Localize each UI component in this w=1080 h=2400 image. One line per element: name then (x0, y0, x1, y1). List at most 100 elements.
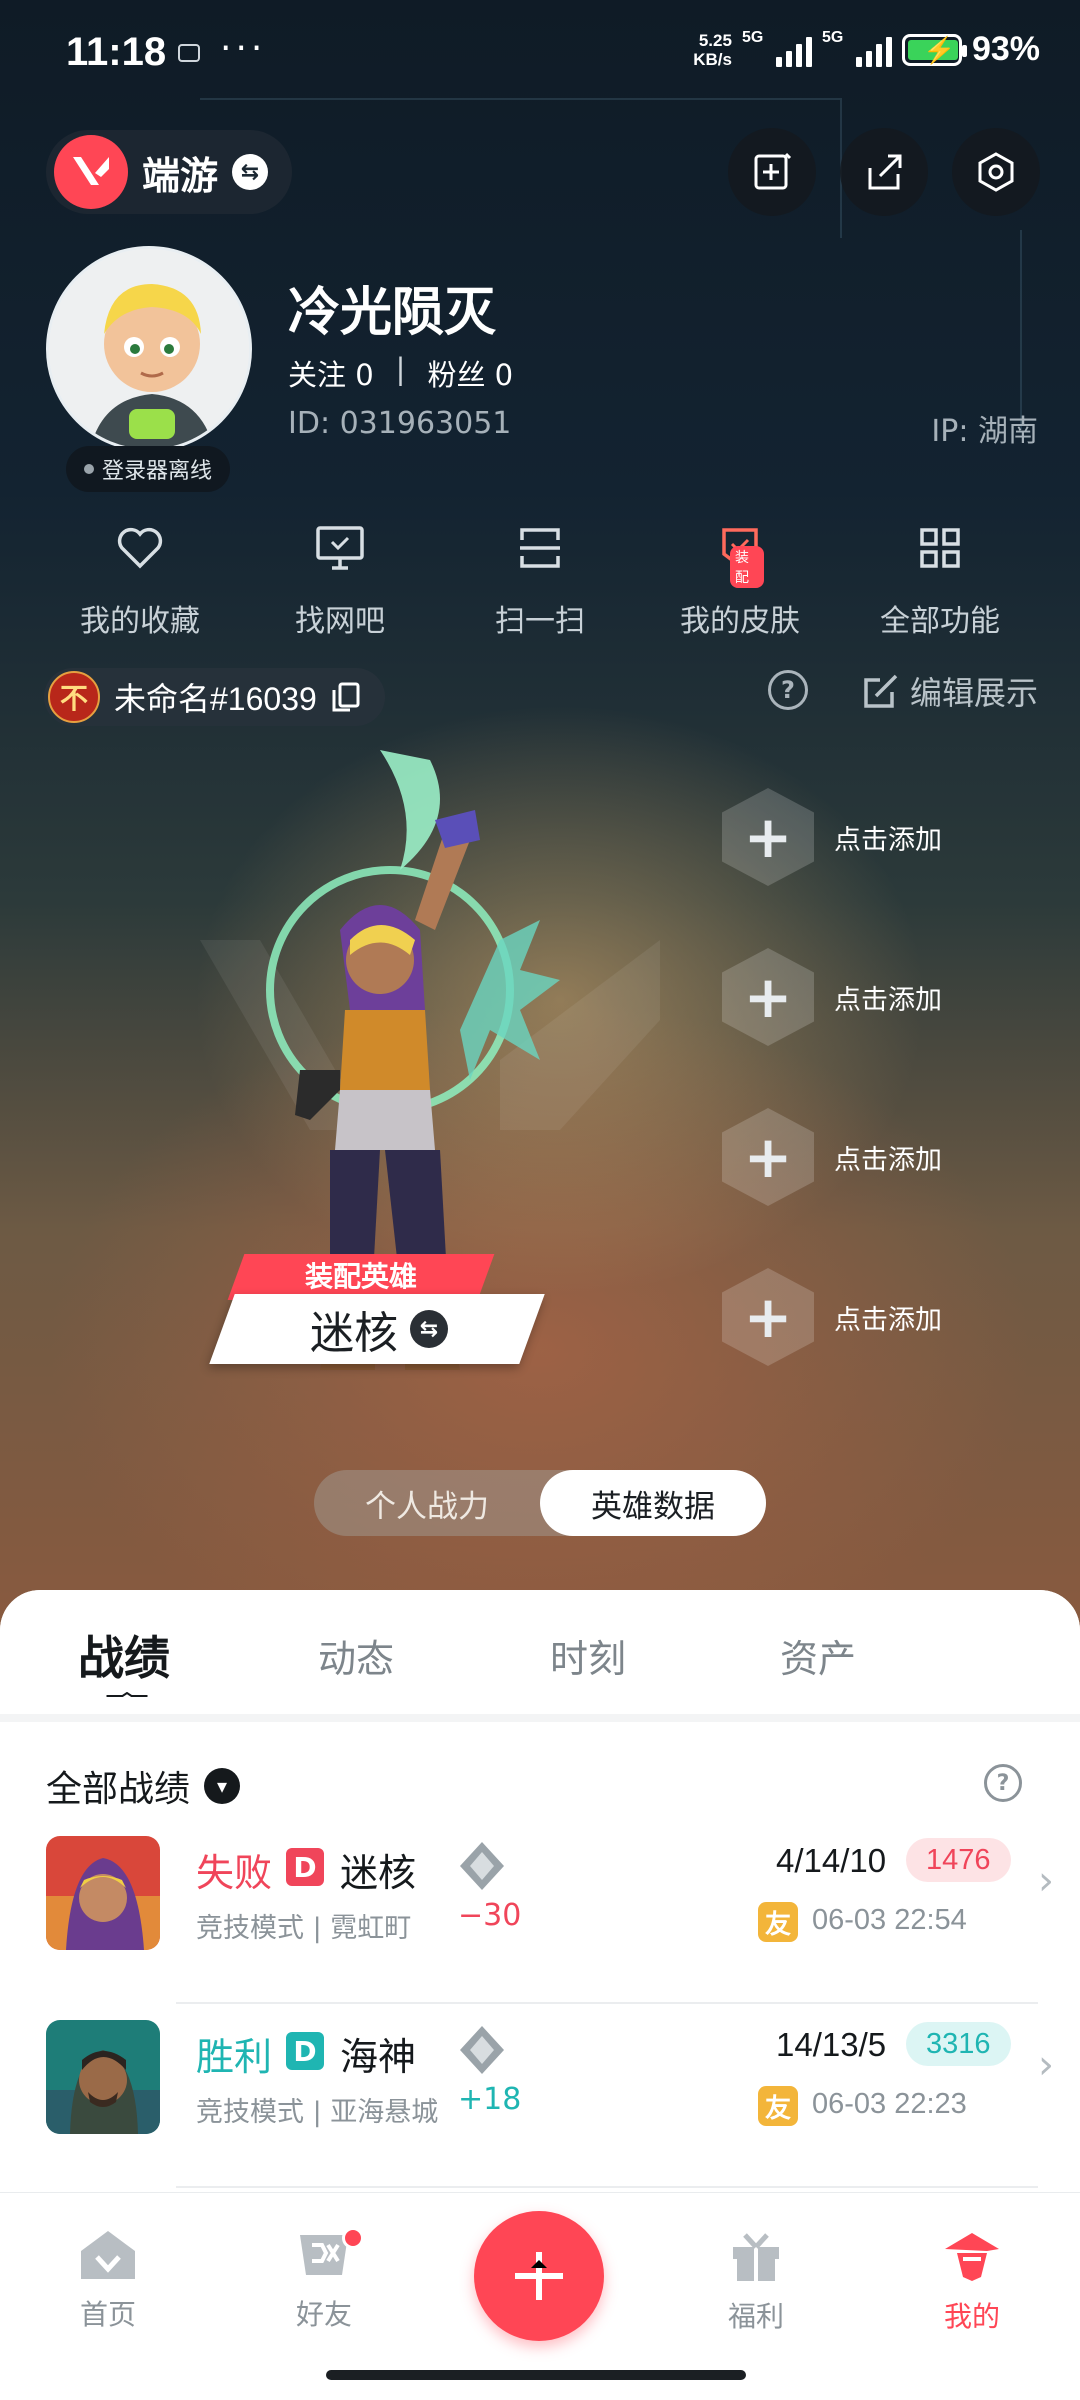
status-bar: 11:18 ··· 5.25 KB/s 5G 5G ⚡ 93% (0, 0, 1080, 110)
friend-tag: 友 (758, 2086, 798, 2126)
signal-icon: 5G (742, 29, 812, 67)
match-score-badge: 3316 (906, 2022, 1011, 2066)
match-row[interactable]: 失败 D 迷核 竞技模式 | 霓虹町 −30 4/14/10 1476 友 06… (0, 1812, 1080, 1996)
nav-benefits[interactable]: 福利 (696, 2229, 816, 2335)
toggle-personal-power[interactable]: 个人战力 (314, 1470, 540, 1536)
match-result: 胜利 (196, 2035, 273, 2079)
home-icon (81, 2231, 135, 2279)
follow-separator: | (395, 352, 406, 386)
plus-icon (515, 2252, 563, 2300)
match-kda: 14/13/5 (776, 2026, 887, 2063)
edit-display-button[interactable]: 编辑展示 (862, 668, 1038, 714)
plus-icon: + (722, 948, 814, 1046)
match-agent-name: 海神 (340, 2035, 417, 2079)
skin-icon: 装配 (716, 516, 764, 588)
game-account-pill[interactable]: 不 未命名#16039 (44, 668, 385, 726)
scan-icon (516, 516, 564, 580)
settings-button[interactable] (952, 128, 1040, 216)
follow-count[interactable]: 关注 0 (288, 352, 374, 394)
add-card-button[interactable] (728, 128, 816, 216)
settings-icon (978, 152, 1014, 192)
plus-icon: + (722, 1268, 814, 1366)
add-slot-4[interactable]: + 点击添加 (722, 1268, 942, 1366)
tab-records[interactable]: 战绩 (78, 1622, 170, 1688)
game-label: 端游 (142, 153, 219, 198)
status-time: 11:18 (66, 30, 167, 74)
rank-gem-icon (460, 1842, 504, 1890)
all-functions-button[interactable]: 全部功能 (840, 516, 1040, 640)
bottom-navigation: 首页 好友 福利 我的 (0, 2192, 1080, 2400)
offline-dot-icon (84, 464, 94, 474)
game-account-name: 未命名#16039 (114, 681, 317, 717)
scan-button[interactable]: 扫一扫 (440, 516, 640, 640)
chevron-down-icon: ▾ (204, 1768, 241, 1804)
records-filter[interactable]: 全部战绩 ▾ (46, 1760, 241, 1812)
tab-assets[interactable]: 资产 (780, 1628, 856, 1683)
agent-portrait-image (46, 1836, 160, 1950)
match-time: 06-03 22:54 (812, 1904, 967, 1936)
gift-icon (733, 2233, 779, 2281)
create-post-button[interactable] (474, 2211, 604, 2341)
game-switch-button[interactable]: 端游 ⇆ (46, 130, 293, 214)
valorant-logo-icon (54, 135, 128, 209)
my-skins-button[interactable]: 装配 我的皮肤 (640, 516, 840, 640)
edit-icon (864, 674, 898, 708)
content-tabs: 战绩 动态 时刻 资产 (0, 1590, 1080, 1714)
records-panel: 全部战绩 ▾ ? 失败 D 迷核 竞技模式 | 霓虹町 −30 4/14/10 (0, 1722, 1080, 2192)
swap-icon: ⇆ (232, 154, 269, 190)
launcher-status-badge: 登录器离线 (66, 446, 231, 492)
quick-functions: 我的收藏 找网吧 扫一扫 装配 我的皮肤 全部功能 (40, 516, 1040, 640)
share-button[interactable] (840, 128, 928, 216)
match-agent-name: 迷核 (340, 1851, 417, 1895)
match-mode: 竞技模式 | 亚海悬城 (196, 2097, 439, 2128)
grid-icon (918, 516, 962, 580)
rank-delta: +18 (458, 2082, 522, 2117)
toggle-hero-data[interactable]: 英雄数据 (540, 1470, 766, 1536)
skin-equip-tag: 装配 (730, 546, 764, 588)
help-icon[interactable]: ? (768, 670, 808, 710)
heart-icon (116, 516, 164, 580)
rank-letter-badge: D (286, 2032, 324, 2070)
notification-dot (342, 2227, 364, 2249)
profile-agent-icon (945, 2233, 999, 2281)
records-help-icon[interactable]: ? (984, 1764, 1022, 1802)
copy-icon[interactable] (331, 681, 361, 713)
user-id: ID: 031963051 (288, 406, 512, 441)
add-slot-2[interactable]: + 点击添加 (722, 948, 942, 1046)
agent-name: 迷核 (310, 1308, 398, 1359)
rank-gem-icon (460, 2026, 504, 2074)
active-tab-indicator (106, 1692, 148, 1697)
nickname: 冷光陨灭 (288, 283, 497, 343)
chevron-right-icon: › (1038, 2042, 1054, 2088)
divider (176, 2186, 1038, 2188)
home-indicator (326, 2370, 746, 2380)
rank-letter-badge: D (286, 1848, 324, 1886)
showcase-slots: + 点击添加 + 点击添加 + 点击添加 + 点击添加 (722, 788, 942, 1366)
add-slot-1[interactable]: + 点击添加 (722, 788, 942, 886)
match-time: 06-03 22:23 (812, 2088, 967, 2120)
add-card-icon (754, 152, 792, 190)
more-status-icon: ··· (220, 28, 267, 69)
fans-count[interactable]: 粉丝 0 (427, 352, 513, 394)
swap-agent-icon: ⇆ (410, 1310, 448, 1348)
nav-friends[interactable]: 好友 (264, 2227, 384, 2333)
plus-icon: + (722, 1108, 814, 1206)
add-slot-3[interactable]: + 点击添加 (722, 1108, 942, 1206)
agent-name-switch[interactable]: 迷核 ⇆ (310, 1294, 448, 1364)
avatar[interactable] (46, 246, 252, 452)
stats-toggle: 个人战力 英雄数据 (314, 1470, 766, 1536)
nav-home[interactable]: 首页 (48, 2229, 168, 2333)
team-logo-icon: 不 (48, 671, 100, 723)
nav-mine[interactable]: 我的 (912, 2229, 1032, 2335)
rank-delta: −30 (458, 1898, 522, 1933)
battery-icon: ⚡ (901, 33, 967, 66)
tab-moments[interactable]: 时刻 (550, 1628, 626, 1683)
match-mode: 竞技模式 | 霓虹町 (196, 1913, 412, 1944)
tab-feed[interactable]: 动态 (318, 1628, 394, 1683)
signal-icon-2: 5G (822, 29, 892, 67)
find-netcafe-button[interactable]: 找网吧 (240, 516, 440, 640)
match-row[interactable]: 胜利 D 海神 竞技模式 | 亚海悬城 +18 14/13/5 3316 友 0… (0, 1996, 1080, 2180)
agent-portrait-image (46, 2020, 160, 2134)
favorites-button[interactable]: 我的收藏 (40, 516, 240, 640)
ip-location: IP: 湖南 (931, 414, 1038, 449)
